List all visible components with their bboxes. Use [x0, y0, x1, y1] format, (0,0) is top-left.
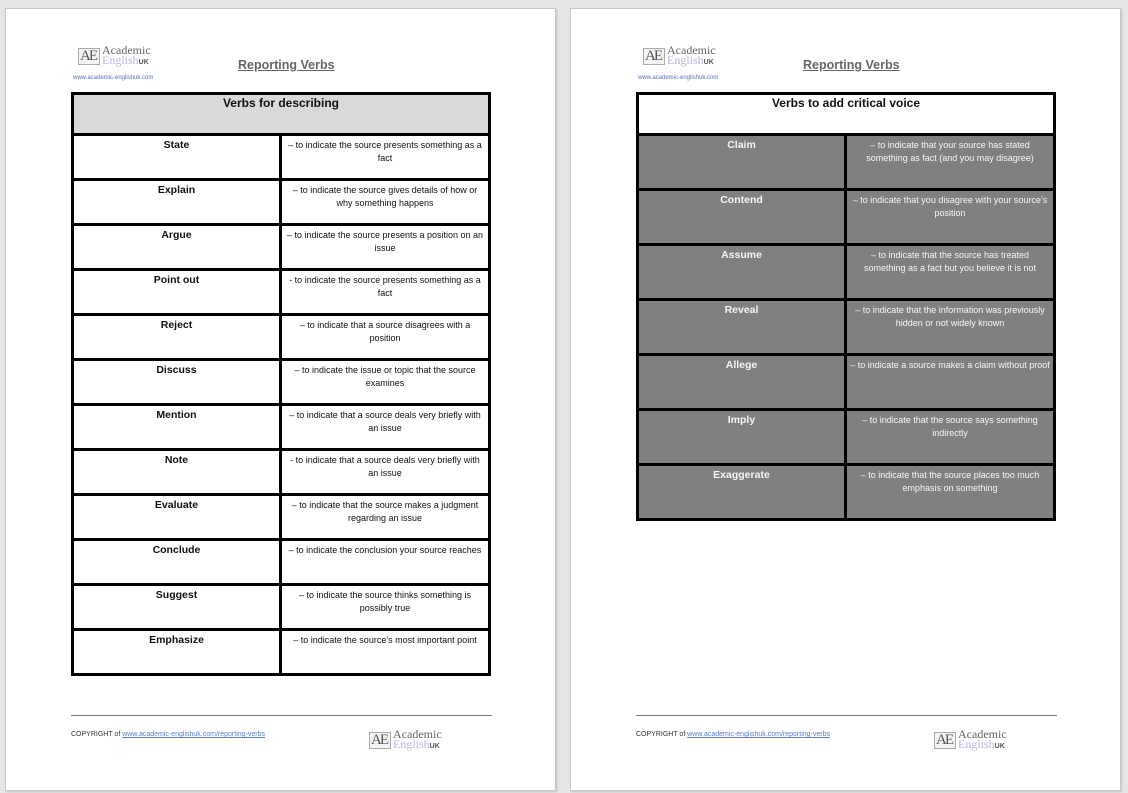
verb-row: Argue – to indicate the source presents a…	[74, 226, 488, 268]
verb-cell: Evaluate	[74, 496, 279, 538]
page-title: Reporting Verbs	[238, 58, 335, 72]
verb-cell: Argue	[74, 226, 279, 268]
description-cell: – to indicate that the source says somet…	[846, 411, 1053, 463]
verb-row: Note - to indicate that a source deals ve…	[74, 451, 488, 493]
verb-cell: Mention	[74, 406, 279, 448]
verb-cell: Imply	[639, 411, 844, 463]
logo-line2: English	[667, 53, 704, 67]
description-cell: – to indicate a source makes a claim wit…	[846, 356, 1053, 408]
verb-row: Mention – to indicate that a source deals…	[74, 406, 488, 448]
logo-suffix: UK	[994, 743, 1005, 750]
ae-logo-icon: AE	[643, 48, 665, 65]
description-cell: – to indicate the conclusion your source…	[281, 541, 488, 583]
logo-suffix: UK	[138, 59, 149, 66]
verb-cell: Assume	[639, 246, 844, 298]
table-heading: Verbs to add critical voice	[639, 95, 1053, 133]
footer-logo: AE Academic EnglishUK	[369, 728, 442, 752]
verb-row: State – to indicate the source presents s…	[74, 136, 488, 178]
verb-row: Claim – to indicate that your source has …	[639, 136, 1053, 188]
ae-logo-icon: AE	[369, 732, 391, 749]
verb-row: Evaluate – to indicate that the source ma…	[74, 496, 488, 538]
copyright-prefix: COPYRIGHT of	[71, 731, 123, 738]
verb-row: Reveal – to indicate that the information…	[639, 301, 1053, 353]
verb-cell: Contend	[639, 191, 844, 243]
verb-row: Suggest – to indicate the source thinks s…	[74, 586, 488, 628]
verb-row: Exaggerate – to indicate that the source …	[639, 466, 1053, 518]
description-cell: – to indicate the source presents a posi…	[281, 226, 488, 268]
logo-line2: English	[102, 53, 139, 67]
verb-cell: Suggest	[74, 586, 279, 628]
footer-divider	[71, 715, 492, 716]
verb-row: Contend – to indicate that you disagree w…	[639, 191, 1053, 243]
verb-cell: Point out	[74, 271, 279, 313]
verb-row: Discuss – to indicate the issue or topic …	[74, 361, 488, 403]
verb-row: Reject – to indicate that a source disagr…	[74, 316, 488, 358]
table-heading: Verbs for describing	[74, 95, 488, 133]
verb-cell: Conclude	[74, 541, 279, 583]
ae-logo-icon: AE	[78, 48, 100, 65]
verb-cell: Exaggerate	[639, 466, 844, 518]
description-cell: – to indicate the source’s most importan…	[281, 631, 488, 673]
description-cell: – to indicate that a source disagrees wi…	[281, 316, 488, 358]
verb-row: Assume – to indicate that the source has …	[639, 246, 1053, 298]
logo-suffix: UK	[703, 59, 714, 66]
description-cell: - to indicate that a source deals very b…	[281, 451, 488, 493]
page-1: AE Academic EnglishUK www.academic-engli…	[5, 8, 556, 791]
description-cell: – to indicate that the source makes a ju…	[281, 496, 488, 538]
description-cell: – to indicate that the source places too…	[846, 466, 1053, 518]
description-cell: – to indicate that you disagree with you…	[846, 191, 1053, 243]
verb-cell: Reject	[74, 316, 279, 358]
description-cell: – to indicate that the information was p…	[846, 301, 1053, 353]
copyright-link[interactable]: www.academic-englishuk.com/reporting-ver…	[122, 731, 265, 738]
verb-cell: State	[74, 136, 279, 178]
verb-cell: Reveal	[639, 301, 844, 353]
description-cell: – to indicate that your source has state…	[846, 136, 1053, 188]
description-cell: – to indicate the issue or topic that th…	[281, 361, 488, 403]
verb-cell: Note	[74, 451, 279, 493]
verb-cell: Explain	[74, 181, 279, 223]
description-cell: – to indicate that the source has treate…	[846, 246, 1053, 298]
verb-row: Point out - to indicate the source presen…	[74, 271, 488, 313]
verb-row: Allege – to indicate a source makes a cla…	[639, 356, 1053, 408]
verb-cell: Allege	[639, 356, 844, 408]
footer-divider	[636, 715, 1057, 716]
logo-line2: English	[393, 737, 430, 751]
copyright-link[interactable]: www.academic-englishuk.com/reporting-ver…	[687, 731, 830, 738]
verb-row: Emphasize – to indicate the source’s most…	[74, 631, 488, 673]
copyright-notice: COPYRIGHT of www.academic-englishuk.com/…	[636, 731, 830, 738]
header-logo: AE Academic EnglishUK	[78, 44, 151, 68]
logo-suffix: UK	[429, 743, 440, 750]
page-title: Reporting Verbs	[803, 58, 900, 72]
copyright-prefix: COPYRIGHT of	[636, 731, 688, 738]
footer-logo: AE Academic EnglishUK	[934, 728, 1007, 752]
verb-row: Conclude – to indicate the conclusion you…	[74, 541, 488, 583]
description-cell: – to indicate the source thinks somethin…	[281, 586, 488, 628]
ae-logo-icon: AE	[934, 732, 956, 749]
verb-cell: Discuss	[74, 361, 279, 403]
header-site-url: www.academic-englishuk.com	[638, 75, 719, 81]
verbs-for-describing-table: Verbs for describing State – to indicate …	[71, 92, 491, 676]
verb-cell: Emphasize	[74, 631, 279, 673]
logo-line2: English	[958, 737, 995, 751]
verbs-critical-voice-table: Verbs to add critical voice Claim – to in…	[636, 92, 1056, 521]
verb-row: Explain – to indicate the source gives de…	[74, 181, 488, 223]
description-cell: – to indicate the source gives details o…	[281, 181, 488, 223]
page-2: AE Academic EnglishUK www.academic-engli…	[570, 8, 1121, 791]
header-logo: AE Academic EnglishUK	[643, 44, 716, 68]
verb-row: Imply – to indicate that the source says …	[639, 411, 1053, 463]
description-cell: – to indicate the source presents someth…	[281, 136, 488, 178]
description-cell: - to indicate the source presents someth…	[281, 271, 488, 313]
copyright-notice: COPYRIGHT of www.academic-englishuk.com/…	[71, 731, 265, 738]
header-site-url: www.academic-englishuk.com	[73, 75, 154, 81]
description-cell: – to indicate that a source deals very b…	[281, 406, 488, 448]
verb-cell: Claim	[639, 136, 844, 188]
